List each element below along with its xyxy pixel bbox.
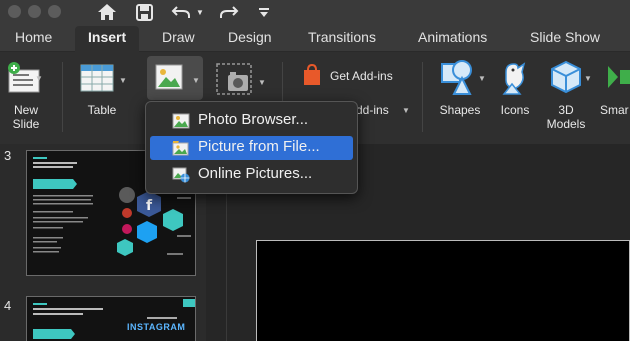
icons-icon[interactable] — [500, 58, 532, 96]
smartart-icon[interactable] — [604, 62, 630, 92]
icons-button[interactable]: Icons — [498, 103, 532, 117]
new-slide-label: New Slide — [12, 103, 40, 131]
get-addins-button[interactable]: Get Add-ins — [330, 69, 393, 83]
pictures-dropdown-icon[interactable]: ▼ — [192, 76, 200, 85]
my-addins-dropdown-icon[interactable]: ▼ — [402, 106, 410, 115]
3d-models-dropdown-icon[interactable]: ▼ — [584, 74, 592, 83]
save-icon[interactable] — [134, 1, 154, 23]
3d-models-icon[interactable] — [550, 60, 582, 94]
screenshot-dropdown-icon[interactable]: ▼ — [258, 78, 266, 87]
3d-models-button[interactable]: 3D Models — [546, 103, 586, 131]
zoom-window-button[interactable] — [48, 5, 61, 18]
tab-animations[interactable]: Animations — [418, 29, 487, 45]
tab-slide-show[interactable]: Slide Show — [530, 29, 600, 45]
tab-draw[interactable]: Draw — [162, 29, 195, 45]
undo-icon[interactable] — [170, 1, 192, 23]
svg-text:f: f — [146, 198, 153, 214]
store-icon[interactable] — [302, 63, 324, 86]
title-bar: ▼ — [0, 0, 630, 24]
screenshot-button[interactable] — [215, 62, 255, 102]
menu-item-online-pictures[interactable]: Online Pictures... — [150, 163, 353, 187]
tab-transitions[interactable]: Transitions — [308, 29, 376, 45]
menu-item-picture-from-file[interactable]: Picture from File... — [150, 136, 353, 160]
new-slide-dropdown-icon[interactable]: ▼ — [35, 74, 43, 83]
menu-item-label: Online Pictures... — [198, 165, 313, 182]
photo-browser-icon — [172, 113, 190, 129]
shapes-button[interactable]: Shapes — [437, 103, 483, 117]
home-icon[interactable] — [96, 1, 118, 23]
smartart-button[interactable]: Smar — [600, 103, 629, 117]
shapes-icon[interactable] — [440, 58, 476, 96]
tab-insert[interactable]: Insert — [75, 26, 140, 53]
table-button[interactable] — [80, 64, 114, 94]
ribbon-divider — [62, 62, 63, 132]
slide-canvas[interactable] — [256, 240, 630, 341]
tab-design[interactable]: Design — [228, 29, 272, 45]
pictures-dropdown-menu: Photo Browser... Picture from File... On… — [145, 101, 358, 194]
tab-home[interactable]: Home — [15, 29, 52, 45]
ribbon-divider — [422, 62, 423, 132]
ribbon-tab-bar: Home Insert Draw Design Transitions Anim… — [0, 24, 630, 53]
picture-from-file-icon — [172, 141, 189, 156]
undo-dropdown-icon[interactable]: ▼ — [195, 1, 205, 23]
online-pictures-icon — [172, 167, 190, 183]
slide-number: 3 — [4, 148, 12, 163]
menu-item-photo-browser[interactable]: Photo Browser... — [150, 109, 353, 133]
pictures-button[interactable]: ▼ — [147, 56, 203, 100]
shapes-dropdown-icon[interactable]: ▼ — [478, 74, 486, 83]
redo-icon[interactable] — [218, 1, 240, 23]
close-window-button[interactable] — [8, 5, 21, 18]
menu-item-label: Picture from File... — [198, 138, 320, 155]
slide-title-text: INSTAGRAM — [127, 322, 186, 332]
minimize-window-button[interactable] — [28, 5, 41, 18]
slide-thumbnail-4[interactable]: INSTAGRAM — [26, 296, 196, 341]
menu-item-label: Photo Browser... — [198, 111, 309, 128]
table-dropdown-icon[interactable]: ▼ — [119, 76, 127, 85]
customize-icon[interactable] — [256, 1, 272, 23]
table-label: Table — [87, 103, 117, 117]
slide-number: 4 — [4, 298, 12, 313]
